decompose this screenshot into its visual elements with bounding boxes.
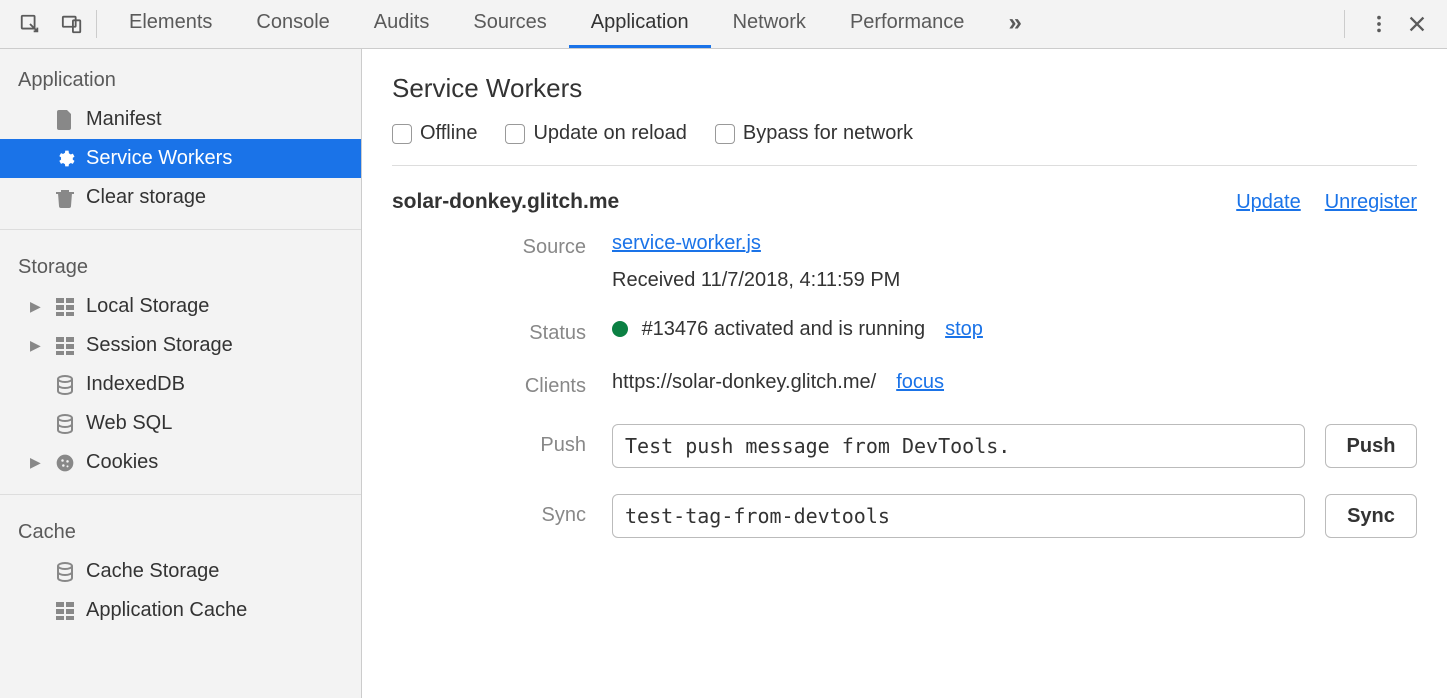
sync-button[interactable]: Sync bbox=[1325, 494, 1417, 538]
update-link[interactable]: Update bbox=[1236, 191, 1301, 214]
checkbox-icon bbox=[715, 124, 735, 144]
sidebar-item-service-workers[interactable]: Service Workers bbox=[0, 139, 361, 178]
sidebar-item-cache-storage[interactable]: Cache Storage bbox=[0, 552, 361, 591]
sidebar-item-web-sql[interactable]: Web SQL bbox=[0, 404, 361, 443]
sidebar-item-label: Local Storage bbox=[86, 295, 209, 318]
checkbox-offline[interactable]: Offline bbox=[392, 122, 477, 145]
sidebar-item-label: Application Cache bbox=[86, 599, 247, 622]
chevron-right-icon: ▶ bbox=[30, 454, 44, 471]
tab-console[interactable]: Console bbox=[234, 0, 351, 48]
sidebar-section-cache: Cache bbox=[0, 507, 361, 552]
source-received: Received 11/7/2018, 4:11:59 PM bbox=[612, 269, 1417, 292]
grid-icon bbox=[54, 298, 76, 316]
checkbox-label: Offline bbox=[420, 122, 477, 145]
checkbox-label: Bypass for network bbox=[743, 122, 913, 145]
sidebar-item-local-storage[interactable]: ▶ Local Storage bbox=[0, 287, 361, 326]
kebab-menu-icon[interactable] bbox=[1365, 10, 1393, 38]
push-button[interactable]: Push bbox=[1325, 424, 1417, 468]
client-url: https://solar-donkey.glitch.me/ bbox=[612, 371, 876, 394]
cookie-icon bbox=[54, 453, 76, 473]
sidebar-divider bbox=[0, 229, 361, 230]
push-input[interactable] bbox=[612, 424, 1305, 468]
grid-icon bbox=[54, 602, 76, 620]
label-status: Status bbox=[392, 318, 612, 345]
sidebar-item-label: Session Storage bbox=[86, 334, 233, 357]
checkbox-icon bbox=[392, 124, 412, 144]
devtools-toolbar: Elements Console Audits Sources Applicat… bbox=[0, 0, 1447, 49]
label-clients: Clients bbox=[392, 371, 612, 398]
gear-icon bbox=[54, 149, 76, 169]
sidebar-item-label: Service Workers bbox=[86, 147, 232, 170]
document-icon bbox=[54, 110, 76, 130]
sidebar-item-clear-storage[interactable]: Clear storage bbox=[0, 178, 361, 217]
checkbox-bypass-network[interactable]: Bypass for network bbox=[715, 122, 913, 145]
tab-audits[interactable]: Audits bbox=[352, 0, 452, 48]
main-pane: Service Workers Offline Update on reload… bbox=[362, 49, 1447, 698]
chevron-right-icon: ▶ bbox=[30, 337, 44, 354]
grid-icon bbox=[54, 337, 76, 355]
sidebar-divider bbox=[0, 494, 361, 495]
tabs-overflow-icon[interactable]: » bbox=[986, 0, 1043, 48]
database-icon bbox=[54, 562, 76, 582]
sidebar-item-application-cache[interactable]: Application Cache bbox=[0, 591, 361, 630]
sw-options-row: Offline Update on reload Bypass for netw… bbox=[392, 122, 1417, 166]
focus-link[interactable]: focus bbox=[896, 371, 944, 394]
tab-elements[interactable]: Elements bbox=[107, 0, 234, 48]
tab-network[interactable]: Network bbox=[711, 0, 828, 48]
sidebar-item-label: IndexedDB bbox=[86, 373, 185, 396]
sidebar-item-label: Clear storage bbox=[86, 186, 206, 209]
tab-sources[interactable]: Sources bbox=[451, 0, 568, 48]
toolbar-divider bbox=[1344, 10, 1345, 38]
database-icon bbox=[54, 414, 76, 434]
inspect-element-icon[interactable] bbox=[16, 10, 44, 38]
label-sync: Sync bbox=[392, 494, 612, 527]
device-toggle-icon[interactable] bbox=[58, 10, 86, 38]
sidebar-item-label: Cache Storage bbox=[86, 560, 219, 583]
unregister-link[interactable]: Unregister bbox=[1325, 191, 1417, 214]
tab-performance[interactable]: Performance bbox=[828, 0, 987, 48]
close-icon[interactable] bbox=[1403, 10, 1431, 38]
sidebar-item-manifest[interactable]: Manifest bbox=[0, 100, 361, 139]
stop-link[interactable]: stop bbox=[945, 318, 983, 341]
panel-tabs: Elements Console Audits Sources Applicat… bbox=[107, 0, 1334, 48]
application-sidebar: Application Manifest Service Workers Cle… bbox=[0, 49, 362, 698]
page-title: Service Workers bbox=[392, 73, 1417, 104]
source-file-link[interactable]: service-worker.js bbox=[612, 232, 761, 255]
toolbar-divider bbox=[96, 10, 97, 38]
database-icon bbox=[54, 375, 76, 395]
sidebar-item-cookies[interactable]: ▶ Cookies bbox=[0, 443, 361, 482]
sidebar-item-session-storage[interactable]: ▶ Session Storage bbox=[0, 326, 361, 365]
label-source: Source bbox=[392, 232, 612, 259]
label-push: Push bbox=[392, 424, 612, 457]
sidebar-section-application: Application bbox=[0, 63, 361, 100]
sw-origin: solar-donkey.glitch.me bbox=[392, 190, 619, 214]
sidebar-item-label: Cookies bbox=[86, 451, 158, 474]
status-text: #13476 activated and is running bbox=[642, 318, 926, 340]
sync-input[interactable] bbox=[612, 494, 1305, 538]
chevron-right-icon: ▶ bbox=[30, 298, 44, 315]
sidebar-item-indexeddb[interactable]: IndexedDB bbox=[0, 365, 361, 404]
trash-icon bbox=[54, 188, 76, 208]
tab-application[interactable]: Application bbox=[569, 0, 711, 48]
checkbox-update-on-reload[interactable]: Update on reload bbox=[505, 122, 686, 145]
sidebar-item-label: Web SQL bbox=[86, 412, 172, 435]
sidebar-item-label: Manifest bbox=[86, 108, 162, 131]
checkbox-label: Update on reload bbox=[533, 122, 686, 145]
checkbox-icon bbox=[505, 124, 525, 144]
status-running-icon bbox=[612, 321, 628, 337]
sidebar-section-storage: Storage bbox=[0, 242, 361, 287]
